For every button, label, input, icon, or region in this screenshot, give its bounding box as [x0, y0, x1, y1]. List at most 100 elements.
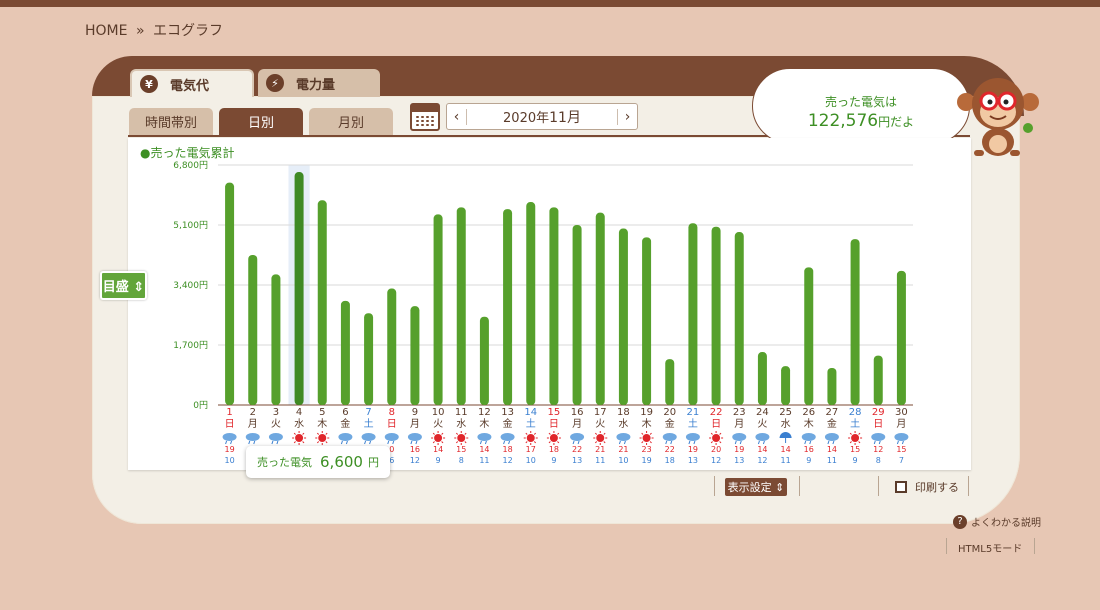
- scale-button[interactable]: 目盛 ⇕: [100, 271, 147, 300]
- temp-high-label: 14: [757, 445, 767, 454]
- sun-icon: [712, 434, 721, 442]
- bar[interactable]: [549, 207, 559, 405]
- x-weekday-label: 金: [665, 417, 675, 430]
- breadcrumb-home-link[interactable]: HOME: [85, 23, 127, 39]
- bar[interactable]: [850, 239, 860, 405]
- bar[interactable]: [317, 200, 327, 405]
- bar[interactable]: [410, 306, 420, 405]
- display-settings-button[interactable]: 表示設定 ⇕: [725, 478, 787, 496]
- tab-electricity-cost[interactable]: ¥ 電気代: [130, 69, 254, 97]
- x-weekday-label: 土: [526, 417, 536, 430]
- rain-cloud-icon: [732, 433, 747, 441]
- temp-low-label: 9: [853, 456, 858, 465]
- x-day-label: 30: [895, 407, 908, 418]
- rain-drop: [392, 440, 395, 445]
- bar[interactable]: [433, 214, 443, 405]
- bar[interactable]: [572, 225, 582, 405]
- print-button[interactable]: 印刷する: [892, 478, 962, 496]
- rain-drop: [804, 440, 807, 445]
- bar[interactable]: [804, 267, 814, 405]
- sun-ray: [548, 441, 551, 444]
- bar[interactable]: [781, 366, 791, 405]
- bar[interactable]: [225, 182, 235, 405]
- x-weekday-label: 水: [618, 418, 628, 430]
- bar[interactable]: [896, 270, 906, 405]
- x-weekday-label: 火: [271, 418, 281, 430]
- rain-drop: [832, 440, 835, 445]
- temp-low-label: 12: [502, 456, 512, 465]
- temp-high-label: 21: [618, 445, 628, 454]
- temp-low-label: 9: [806, 456, 811, 465]
- daily-bar-chart: 0円1,700円3,400円5,100円6,800円1日19102月3火4水5木…: [173, 160, 913, 465]
- bar[interactable]: [456, 207, 466, 405]
- rain-drop: [873, 440, 876, 445]
- temp-low-label: 13: [572, 456, 582, 465]
- bar[interactable]: [364, 313, 374, 405]
- sun-ray: [455, 432, 459, 435]
- x-day-label: 9: [412, 407, 418, 418]
- printer-icon: [895, 481, 907, 493]
- rain-drop: [369, 440, 372, 445]
- sun-ray: [557, 441, 560, 444]
- sun-ray: [441, 441, 444, 444]
- bar[interactable]: [387, 288, 397, 405]
- x-weekday-label: 水: [781, 418, 791, 430]
- x-weekday-label: 月: [734, 418, 744, 430]
- bar[interactable]: [711, 226, 721, 405]
- x-day-label: 2: [250, 407, 256, 418]
- sun-ray: [858, 432, 861, 435]
- tab-hourly[interactable]: 時間帯別: [129, 108, 213, 135]
- rain-drop: [878, 440, 881, 445]
- sun-ray: [649, 432, 652, 435]
- rain-cloud-icon: [500, 433, 515, 441]
- bar[interactable]: [734, 232, 744, 405]
- next-month-button[interactable]: ›: [617, 108, 637, 125]
- x-day-label: 27: [826, 407, 839, 418]
- x-weekday-label: 火: [595, 418, 605, 430]
- sun-ray: [525, 441, 528, 444]
- sun-ray: [557, 432, 560, 435]
- bar[interactable]: [618, 228, 628, 405]
- bar[interactable]: [873, 355, 883, 405]
- rain-cloud-icon: [477, 433, 492, 441]
- print-label: 印刷する: [915, 481, 959, 494]
- bar[interactable]: [665, 359, 675, 405]
- sun-ray: [464, 432, 467, 435]
- temp-high-label: 16: [410, 445, 420, 454]
- date-navigator: ‹ 2020年11月 ›: [446, 103, 638, 130]
- sun-ray: [641, 432, 644, 435]
- temp-high-label: 18: [502, 445, 512, 454]
- bar[interactable]: [642, 237, 652, 405]
- bar[interactable]: [248, 255, 258, 405]
- prev-month-button[interactable]: ‹: [447, 108, 467, 125]
- temp-high-label: 14: [433, 445, 443, 454]
- bar[interactable]: [757, 352, 767, 405]
- calendar-icon[interactable]: [410, 103, 440, 131]
- bar[interactable]: [688, 223, 698, 405]
- rain-cloud-icon: [662, 433, 677, 441]
- sun-ray: [594, 441, 598, 444]
- bar[interactable]: [340, 300, 350, 405]
- temp-high-label: 16: [804, 445, 814, 454]
- x-day-label: 26: [802, 407, 815, 418]
- tab-daily[interactable]: 日別: [219, 108, 303, 135]
- help-link[interactable]: ? よくわかる説明: [953, 514, 1041, 529]
- bar[interactable]: [271, 274, 281, 405]
- bar[interactable]: [294, 172, 304, 405]
- rain-cloud-icon: [871, 433, 886, 441]
- sun-ray: [548, 432, 551, 435]
- tab-electricity-amount[interactable]: ⚡ 電力量: [258, 69, 380, 97]
- tab-monthly[interactable]: 月別: [309, 108, 393, 135]
- bar[interactable]: [827, 367, 837, 405]
- bar[interactable]: [595, 212, 605, 405]
- x-weekday-label: 火: [433, 418, 443, 430]
- bar[interactable]: [526, 202, 536, 405]
- sun-icon: [295, 434, 304, 442]
- bar[interactable]: [503, 209, 513, 405]
- sun-ray: [432, 441, 435, 444]
- bar[interactable]: [479, 316, 489, 405]
- rain-cloud-icon: [361, 433, 376, 441]
- x-day-label: 11: [455, 407, 468, 418]
- temp-high-label: 23: [641, 445, 651, 454]
- html5-mode-link[interactable]: HTML5モード: [958, 540, 1022, 555]
